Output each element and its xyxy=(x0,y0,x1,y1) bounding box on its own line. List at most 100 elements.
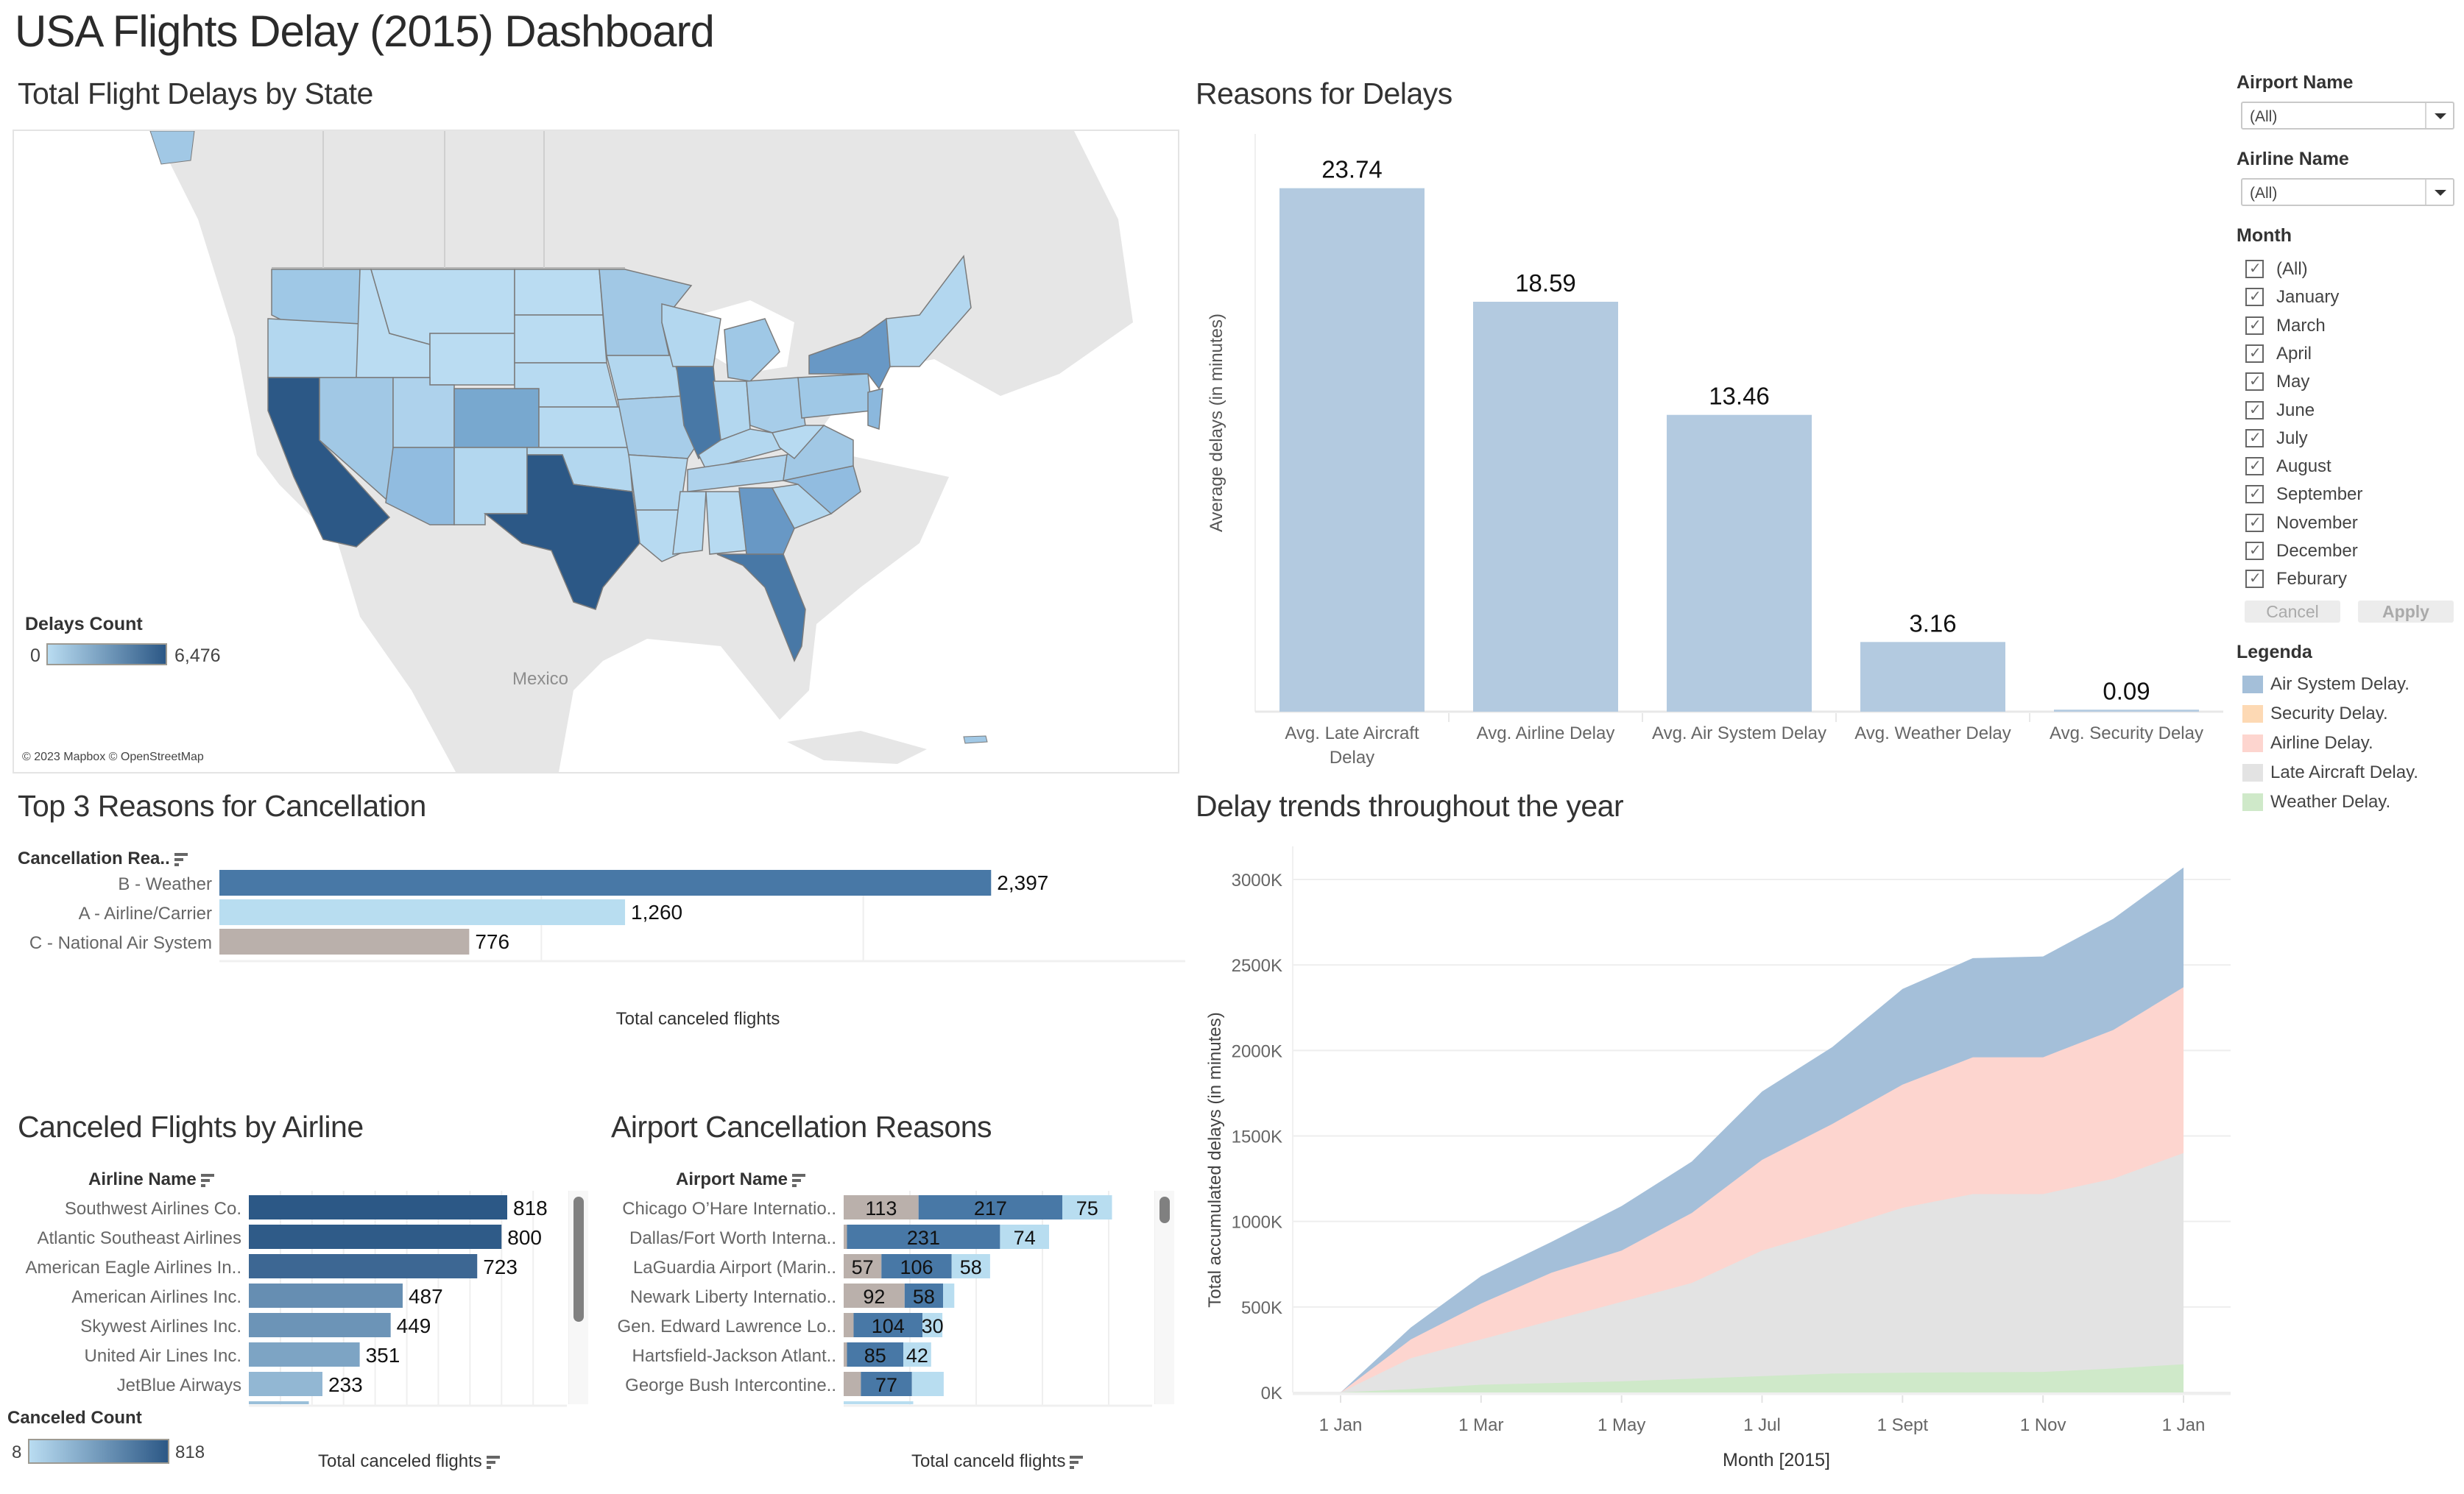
row-label: Hartsfield-Jackson Atlant.. xyxy=(632,1346,836,1366)
checkbox[interactable] xyxy=(2245,372,2264,392)
bar[interactable] xyxy=(249,1284,403,1308)
map-canvas[interactable]: Mexico xyxy=(14,131,1178,772)
legend-item[interactable]: Security Delay. xyxy=(2242,702,2456,726)
bar-segment[interactable] xyxy=(943,1284,955,1308)
month-option[interactable]: May xyxy=(2245,369,2437,397)
bar[interactable] xyxy=(249,1225,502,1249)
bar[interactable] xyxy=(2054,709,2199,712)
chevron-down-icon[interactable] xyxy=(2425,103,2453,128)
airport-scrollbar[interactable] xyxy=(1154,1191,1174,1404)
bar[interactable] xyxy=(249,1372,322,1396)
checkbox[interactable] xyxy=(2245,428,2264,447)
bar-segment[interactable] xyxy=(844,1342,847,1367)
legend-swatch xyxy=(2242,705,2263,723)
checkbox[interactable] xyxy=(2245,287,2264,307)
bar[interactable] xyxy=(219,929,470,955)
checkbox[interactable] xyxy=(2245,400,2264,419)
state-ohio[interactable] xyxy=(746,377,806,433)
bar[interactable] xyxy=(1473,302,1618,712)
cancel-button[interactable]: Cancel xyxy=(2245,601,2340,623)
trends-area-chart[interactable]: 0K 500K 1000K 1500K 2000K 2500K 3000K Total acc… xyxy=(1193,839,2238,1494)
checkbox[interactable] xyxy=(2245,541,2264,560)
state-delay-map[interactable]: Mexico Delays Count 0 6,476 © 2023 Mapbo… xyxy=(13,130,1179,773)
segment-value-label: 58 xyxy=(913,1286,935,1308)
bar[interactable] xyxy=(249,1342,360,1367)
bar[interactable] xyxy=(1860,642,2005,712)
state-north-dakota[interactable] xyxy=(514,269,604,316)
state-kansas[interactable] xyxy=(538,406,629,448)
airline-cancel-chart[interactable]: 818 Southwest Airlines Co. 800 Atlantic Sou… xyxy=(0,1185,582,1413)
puerto-rico[interactable] xyxy=(963,735,988,744)
bar-segment[interactable] xyxy=(844,1225,847,1249)
bar[interactable] xyxy=(219,870,992,896)
bar[interactable] xyxy=(249,1195,507,1219)
legend-item[interactable]: Late Aircraft Delay. xyxy=(2242,761,2456,785)
airport-cancel-chart[interactable]: Chicago O’Hare Internatio.. 113 217 75 Dalla… xyxy=(589,1185,1163,1413)
month-option-label: June xyxy=(2276,400,2315,420)
partial-bar[interactable] xyxy=(249,1401,309,1404)
month-option[interactable]: September xyxy=(2245,481,2437,509)
checkbox[interactable] xyxy=(2245,513,2264,532)
y-tick-label: 0K xyxy=(1261,1384,1282,1403)
partial-bar[interactable] xyxy=(844,1401,914,1404)
bar[interactable] xyxy=(249,1313,391,1337)
month-option[interactable]: December xyxy=(2245,538,2437,566)
state-wyoming[interactable] xyxy=(429,333,515,386)
bar-value-label: 723 xyxy=(483,1256,518,1278)
bar[interactable] xyxy=(1279,188,1425,712)
canceled-count-color-ramp xyxy=(28,1439,169,1464)
legend-item[interactable]: Weather Delay. xyxy=(2242,790,2456,814)
row-label: Atlantic Southeast Airlines xyxy=(38,1228,242,1248)
month-option[interactable]: April xyxy=(2245,341,2437,369)
airport-filter-dropdown[interactable]: (All) xyxy=(2241,102,2454,130)
month-option[interactable]: January xyxy=(2245,284,2437,312)
state-utah[interactable] xyxy=(392,377,455,448)
bar-segment[interactable] xyxy=(844,1313,854,1337)
apply-button[interactable]: Apply xyxy=(2358,601,2454,623)
bar[interactable] xyxy=(249,1254,478,1278)
airport-x-axis-title[interactable]: Total canceld flights xyxy=(911,1451,1084,1472)
state-oregon[interactable] xyxy=(267,318,361,378)
checkbox[interactable] xyxy=(2245,484,2264,504)
chevron-down-icon[interactable] xyxy=(2425,180,2453,205)
state-colorado[interactable] xyxy=(453,388,540,448)
legend-item[interactable]: Air System Delay. xyxy=(2242,673,2456,696)
month-option-label: April xyxy=(2276,343,2312,364)
month-option[interactable]: (All) xyxy=(2245,256,2437,284)
reasons-chart-svg[interactable]: Average delays (in minutes) 23.74 Avg. Lat… xyxy=(1193,125,2223,780)
state-south-dakota[interactable] xyxy=(514,314,607,364)
checkbox[interactable] xyxy=(2245,259,2264,278)
checkbox[interactable] xyxy=(2245,344,2264,363)
month-option[interactable]: June xyxy=(2245,397,2437,425)
airline-scrollbar[interactable] xyxy=(568,1191,588,1404)
month-option-label: July xyxy=(2276,428,2308,448)
reasons-bar-chart[interactable]: Average delays (in minutes) 23.74 Avg. Lat… xyxy=(1193,125,2223,784)
airline-x-axis-title[interactable]: Total canceled flights xyxy=(318,1451,501,1472)
month-option[interactable]: November xyxy=(2245,510,2437,538)
bar[interactable] xyxy=(219,899,626,925)
sort-icon[interactable] xyxy=(486,1455,501,1469)
bar[interactable] xyxy=(1667,414,1812,712)
cancel-reasons-chart[interactable]: 2,397 B - Weather 1,260 A - Airline/Carrier… xyxy=(0,861,1185,1060)
bar-segment[interactable] xyxy=(911,1372,944,1396)
bar-segment[interactable] xyxy=(844,1372,861,1396)
airline-filter-dropdown[interactable]: (All) xyxy=(2241,178,2454,206)
state-pennsylvania[interactable] xyxy=(797,373,872,419)
month-option[interactable]: August xyxy=(2245,453,2437,481)
state-washington[interactable] xyxy=(271,269,361,327)
map-credit[interactable]: © 2023 Mapbox © OpenStreetMap xyxy=(18,749,208,765)
x-tick-label: 1 May xyxy=(1598,1415,1645,1435)
legend-item[interactable]: Airline Delay. xyxy=(2242,732,2456,755)
month-option[interactable]: March xyxy=(2245,313,2437,341)
checkbox[interactable] xyxy=(2245,569,2264,589)
airport-scrollbar-thumb[interactable] xyxy=(1159,1197,1170,1223)
month-option[interactable]: Feburary xyxy=(2245,566,2437,594)
x-tick-label: Avg. Air System Delay xyxy=(1652,723,1826,743)
checkbox[interactable] xyxy=(2245,456,2264,476)
bar-value-label: 18.59 xyxy=(1515,269,1576,297)
checkbox[interactable] xyxy=(2245,316,2264,335)
segment-value-label: 42 xyxy=(906,1345,928,1367)
month-option[interactable]: July xyxy=(2245,425,2437,453)
sort-icon[interactable] xyxy=(1070,1455,1084,1469)
airline-scrollbar-thumb[interactable] xyxy=(573,1197,584,1322)
